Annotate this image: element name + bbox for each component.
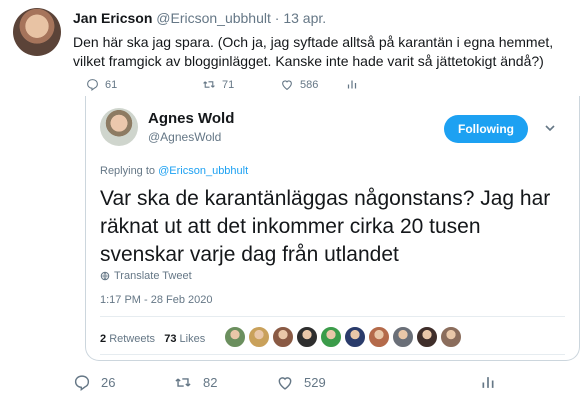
quoted-tweet-text: Var ska de karantänläggas någonstans? Ja… (100, 187, 551, 266)
retweet-count: 82 (203, 375, 218, 390)
reply-button[interactable]: 26 (73, 374, 115, 391)
quoted-author-avatar[interactable] (100, 108, 138, 146)
liker-avatar[interactable] (344, 326, 366, 348)
liker-avatar[interactable] (224, 326, 246, 348)
partial-retweet-count: 71 (222, 78, 235, 91)
liker-avatar[interactable] (248, 326, 270, 348)
partial-like-count: 586 (300, 78, 319, 91)
liker-avatar[interactable] (392, 326, 414, 348)
likes-stat[interactable]: 73 Likes (164, 333, 205, 345)
partial-like[interactable]: 586 (280, 78, 318, 91)
partial-analytics[interactable] (346, 78, 358, 91)
liker-avatar[interactable] (368, 326, 390, 348)
heart-icon (280, 78, 294, 91)
dot-separator: · (274, 10, 280, 26)
author-handle[interactable]: @Ericson_ubbhult (156, 10, 271, 26)
tweet-timestamp[interactable]: 1:17 PM - 28 Feb 2020 (100, 294, 213, 306)
reply-icon (86, 78, 99, 91)
analytics-button[interactable] (480, 374, 496, 391)
likes-count: 73 (164, 333, 177, 345)
quoted-author-handle[interactable]: @AgnesWold (148, 130, 221, 144)
liker-avatar[interactable] (440, 326, 462, 348)
reply-count: 26 (101, 375, 116, 390)
chevron-down-icon[interactable] (542, 120, 558, 136)
reply-icon (73, 374, 91, 391)
replying-to: Replying to @Ericson_ubbhult (100, 165, 248, 177)
liker-avatar[interactable] (416, 326, 438, 348)
author-name[interactable]: Jan Ericson (73, 10, 152, 26)
divider-bottom (100, 354, 565, 355)
retweet-icon (202, 78, 216, 91)
liker-avatar[interactable] (320, 326, 342, 348)
engagement-stats: 2 Retweets 73 Likes (100, 333, 205, 345)
tweet-text: Den här ska jag spara. (Och ja, jag syft… (73, 34, 554, 69)
following-button[interactable]: Following (444, 115, 528, 143)
partial-reply[interactable]: 61 (86, 78, 117, 91)
heart-icon (276, 374, 294, 391)
replying-to-label: Replying to (100, 165, 156, 177)
retweets-stat[interactable]: 2 Retweets (100, 333, 155, 345)
liker-avatar[interactable] (296, 326, 318, 348)
quoted-author-name[interactable]: Agnes Wold (148, 110, 234, 127)
retweet-icon (173, 374, 193, 391)
divider-top (100, 316, 565, 317)
replying-to-handle[interactable]: @Ericson_ubbhult (158, 165, 248, 177)
analytics-icon (480, 374, 496, 391)
tweet-action-bar: 26 82 529 (73, 372, 573, 396)
globe-icon (100, 271, 110, 281)
translate-label: Translate Tweet (114, 270, 192, 282)
retweets-count: 2 (100, 333, 107, 345)
liker-avatar[interactable] (272, 326, 294, 348)
translate-tweet[interactable]: Translate Tweet (100, 270, 192, 282)
like-count: 529 (304, 375, 326, 390)
likes-label: Likes (179, 333, 206, 345)
partial-reply-count: 61 (105, 78, 118, 91)
analytics-icon (346, 78, 358, 91)
quoted-tweet-card[interactable]: Agnes Wold @AgnesWold Following Replying… (85, 96, 580, 361)
retweet-button[interactable]: 82 (173, 374, 217, 391)
partial-retweet[interactable]: 71 (202, 78, 234, 91)
author-avatar[interactable] (13, 8, 61, 56)
retweets-label: Retweets (109, 333, 156, 345)
tweet-date[interactable]: 13 apr. (283, 10, 326, 26)
like-button[interactable]: 529 (276, 374, 326, 391)
liker-avatars (224, 326, 462, 348)
tweet-header: Jan Ericson @Ericson_ubbhult · 13 apr. (73, 10, 326, 26)
